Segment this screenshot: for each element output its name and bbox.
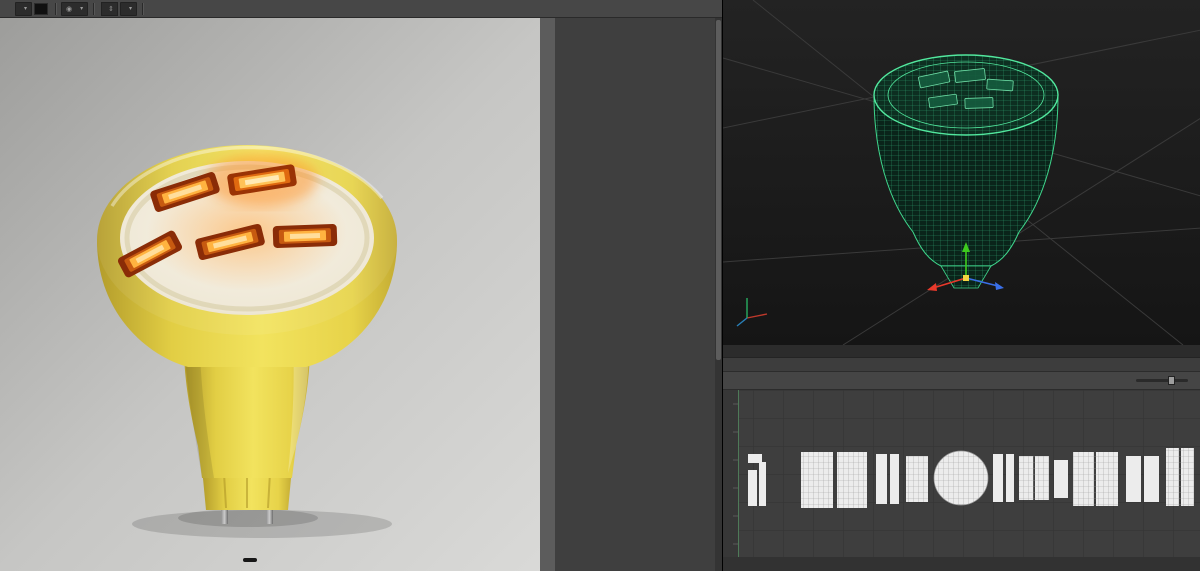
uv-status-bar <box>723 557 1200 571</box>
perspective-viewport[interactable] <box>723 0 1200 345</box>
slider-handle[interactable] <box>1168 376 1176 385</box>
postfx-options <box>555 23 722 27</box>
scrollbar-thumb[interactable] <box>716 20 721 360</box>
view-size-select[interactable]: ▾ <box>120 1 138 16</box>
zoom-field[interactable]: ⇕ <box>101 1 119 16</box>
uv-shells[interactable] <box>748 448 1194 508</box>
frame-info-bar <box>243 558 257 562</box>
maya-workspace: ▾ ◉ ▾ ⇕ ▾ <box>0 0 1200 571</box>
toolbar-divider <box>93 2 95 15</box>
render-image <box>0 18 555 571</box>
camera-select[interactable]: ◉ ▾ <box>61 1 89 16</box>
postfx-scrollbar[interactable] <box>715 18 722 571</box>
background-color-swatch[interactable] <box>34 2 49 15</box>
toolbar-divider <box>142 2 144 15</box>
chevron-down-icon: ▾ <box>24 5 28 12</box>
uv-editor-title <box>723 345 1200 358</box>
spinner-arrows-icon[interactable]: ⇕ <box>108 5 114 13</box>
render-view-toolbar: ▾ ◉ ▾ ⇕ ▾ <box>0 0 722 18</box>
render-image-area[interactable] <box>0 18 555 571</box>
postfx-panel <box>555 18 722 571</box>
chevron-down-icon: ▾ <box>129 5 133 12</box>
uv-editor-toolbar <box>723 372 1200 390</box>
render-pass-select[interactable]: ▾ <box>15 1 33 16</box>
uv-canvas[interactable] <box>723 390 1200 557</box>
uv-editor-menubar <box>723 358 1200 372</box>
uv-shell-layout <box>723 390 1200 557</box>
uv-editor-panel <box>723 345 1200 571</box>
uv-dim-image-slider[interactable] <box>1136 376 1188 385</box>
camera-icon: ◉ <box>66 4 73 13</box>
toolbar-divider <box>55 2 57 15</box>
viewport-scene <box>723 0 1200 345</box>
render-view-window: ▾ ◉ ▾ ⇕ ▾ <box>0 0 722 571</box>
chevron-down-icon: ▾ <box>80 5 84 12</box>
